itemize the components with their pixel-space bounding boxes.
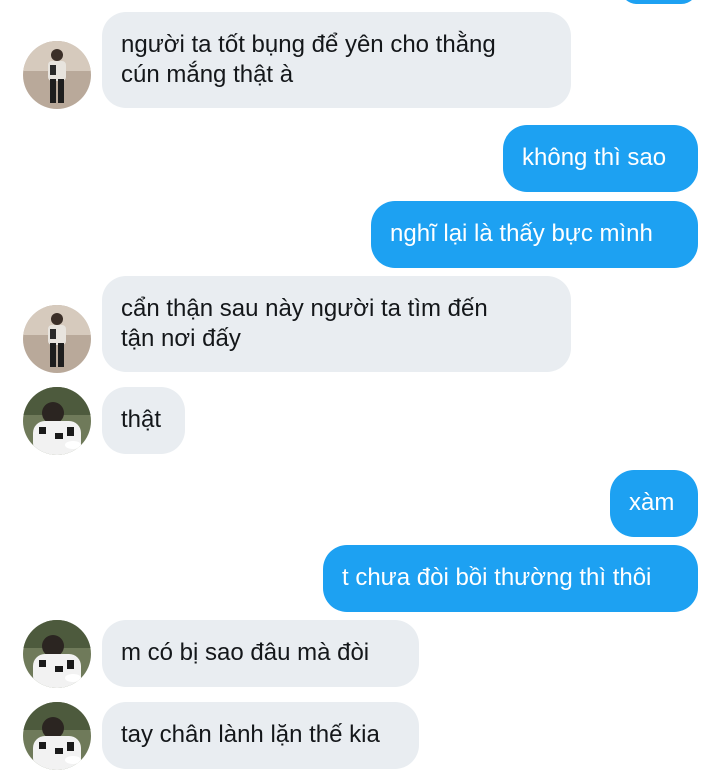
message-bubble-incoming[interactable]: tay chân lành lặn thế kia bbox=[102, 702, 419, 769]
person-with-jacket-icon bbox=[23, 387, 91, 455]
person-standing-icon bbox=[23, 41, 91, 109]
avatar[interactable] bbox=[23, 620, 91, 688]
avatar[interactable] bbox=[23, 702, 91, 770]
avatar[interactable] bbox=[23, 41, 91, 109]
message-bubble-incoming[interactable]: cẩn thận sau này người ta tìm đến tận nơ… bbox=[102, 276, 571, 372]
message-bubble-incoming[interactable]: thật bbox=[102, 387, 185, 454]
person-standing-icon bbox=[23, 305, 91, 373]
message-bubble-outgoing[interactable]: nghĩ lại là thấy bực mình bbox=[371, 201, 698, 268]
message-bubble-incoming[interactable]: m có bị sao đâu mà đòi bbox=[102, 620, 419, 687]
avatar[interactable] bbox=[23, 387, 91, 455]
avatar[interactable] bbox=[23, 305, 91, 373]
message-bubble-incoming[interactable]: người ta tốt bụng để yên cho thằng cún m… bbox=[102, 12, 571, 108]
person-with-jacket-icon bbox=[23, 620, 91, 688]
message-bubble-outgoing[interactable]: không thì sao bbox=[503, 125, 698, 192]
person-with-jacket-icon bbox=[23, 702, 91, 770]
message-bubble-outgoing[interactable]: xàm bbox=[610, 470, 698, 537]
message-bubble-outgoing[interactable]: t chưa đòi bồi thường thì thôi bbox=[323, 545, 698, 612]
message-bubble-outgoing-partial[interactable] bbox=[620, 0, 698, 4]
